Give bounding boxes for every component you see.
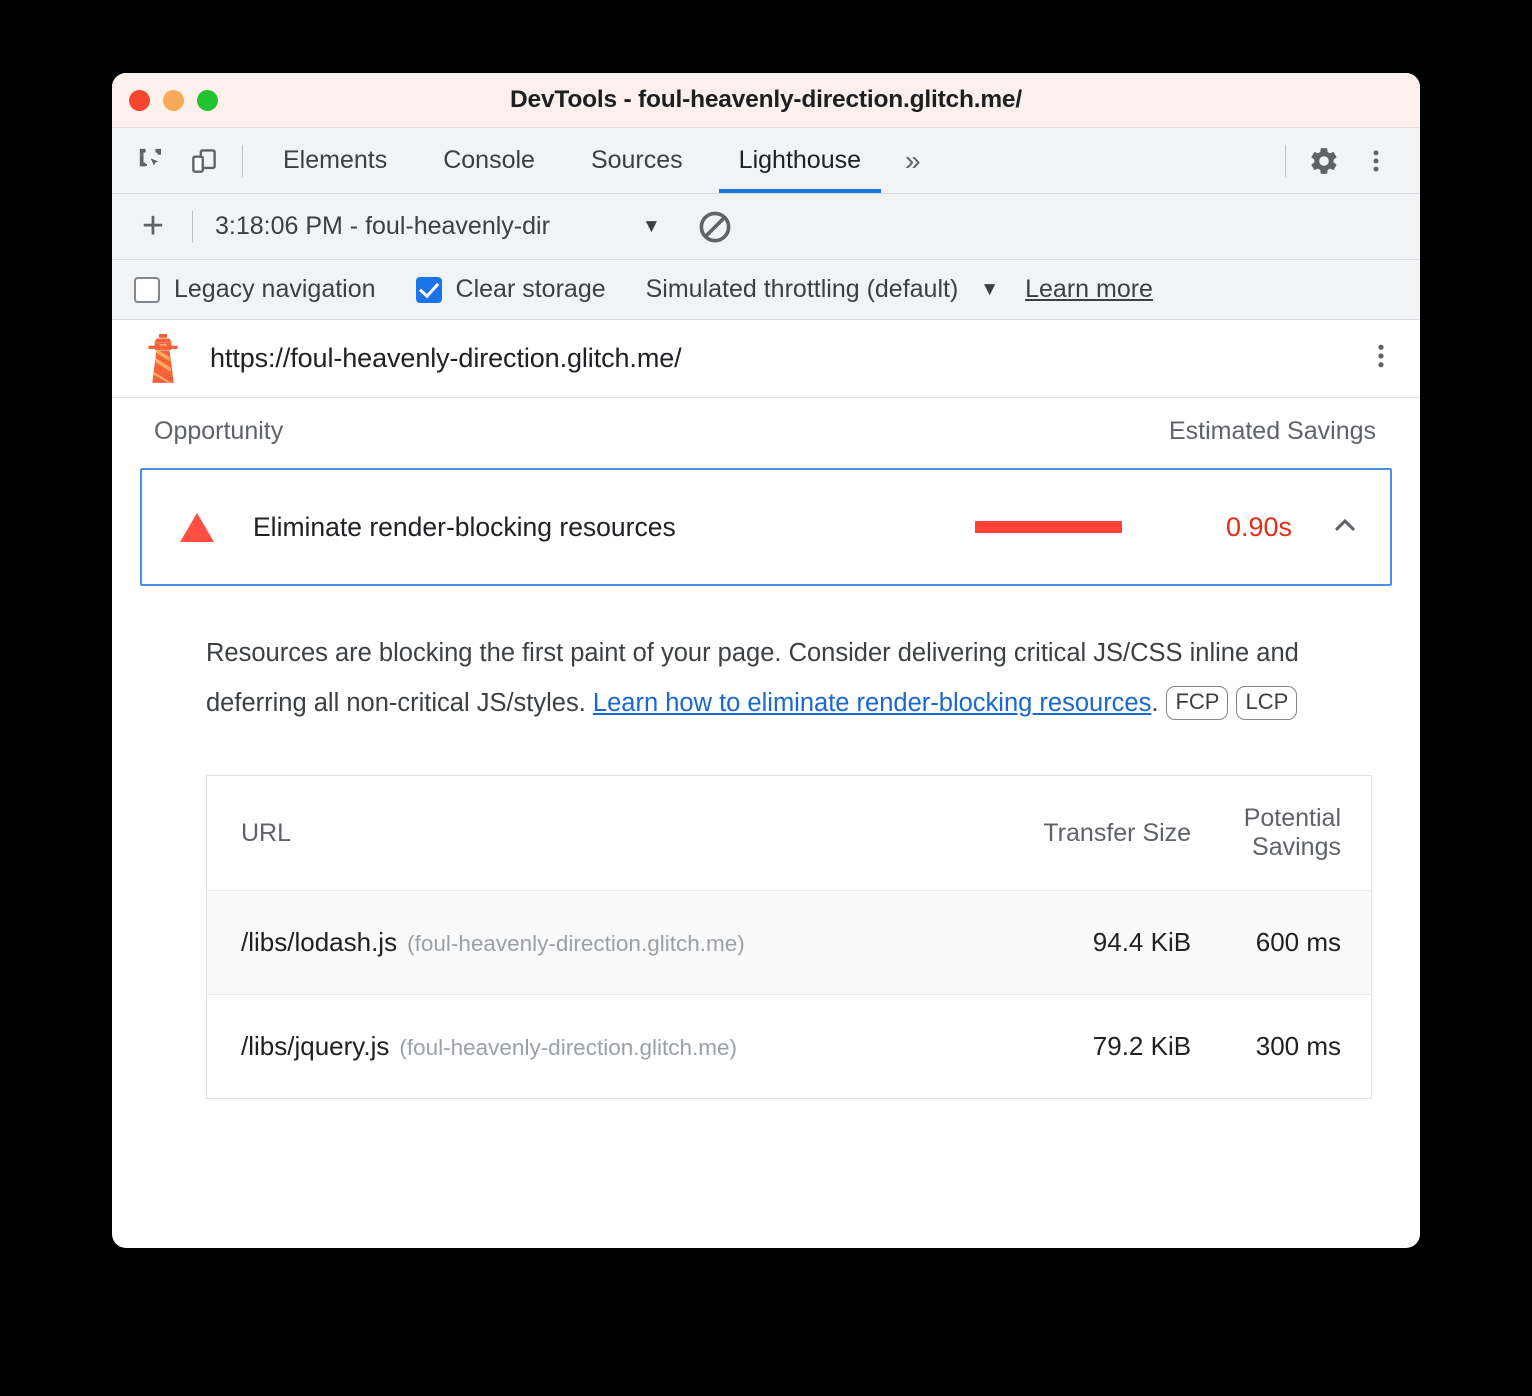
clear-no-entry-icon (699, 211, 731, 242)
more-vertical-icon (1378, 344, 1384, 368)
cell-potential-savings: 300 ms (1255, 1031, 1341, 1061)
panel-tabs: Elements Console Sources Lighthouse (255, 128, 889, 193)
tab-lighthouse[interactable]: Lighthouse (711, 128, 889, 193)
checkbox-box (134, 276, 160, 303)
warning-triangle-icon (180, 512, 214, 542)
settings-button[interactable] (1298, 135, 1350, 187)
cell-potential-savings: 600 ms (1191, 890, 1372, 995)
toolbar-divider (242, 144, 243, 177)
lighthouse-icon (148, 333, 178, 383)
opportunity-row-render-blocking[interactable]: Eliminate render-blocking resources 0.90… (140, 468, 1392, 586)
chevron-down-icon: ▼ (642, 215, 661, 237)
savings-value: 0.90s (1225, 511, 1292, 542)
toolbar-divider (192, 210, 193, 243)
legacy-navigation-label: Legacy navigation (174, 275, 376, 303)
lighthouse-settings-row: Legacy navigation Clear storage Simulate… (112, 260, 1420, 320)
clear-reports-button[interactable] (691, 203, 739, 251)
tab-console[interactable]: Console (415, 128, 563, 193)
inspect-element-icon (139, 148, 162, 169)
metric-badge-lcp: LCP (1236, 686, 1298, 720)
tab-label: Console (443, 146, 535, 174)
window-title: DevTools - foul-heavenly-direction.glitc… (510, 86, 1022, 113)
description-learn-link[interactable]: Learn how to eliminate render-blocking r… (593, 689, 1151, 717)
report-selector[interactable]: 3:18:06 PM - foul-heavenly-dir ▼ (215, 212, 661, 241)
report-url: https://foul-heavenly-direction.glitch.m… (210, 343, 682, 373)
tab-label: Elements (283, 146, 388, 174)
column-header-transfer-size[interactable]: Transfer Size (1010, 775, 1192, 891)
report-url-row: https://foul-heavenly-direction.glitch.m… (112, 320, 1420, 398)
devtools-tabbar: Elements Console Sources Lighthouse » (112, 128, 1420, 194)
toolbar-divider (1285, 144, 1286, 177)
opportunity-description: Resources are blocking the first paint o… (206, 628, 1334, 728)
chevron-up-icon (1335, 518, 1355, 530)
tab-sources[interactable]: Sources (563, 128, 711, 193)
table-head: URL Transfer Size Potential Savings (206, 775, 1372, 891)
table-row[interactable]: /libs/lodash.js (foul-heavenly-direction.… (206, 890, 1372, 995)
tab-label: Sources (590, 146, 683, 174)
tab-label: Lighthouse (738, 146, 861, 174)
plus-icon: + (141, 205, 165, 247)
url-host: (foul-heavenly-direction.glitch.me) (407, 931, 745, 956)
legacy-navigation-checkbox[interactable]: Legacy navigation (134, 275, 376, 304)
report-selector-label: 3:18:06 PM - foul-heavenly-dir (215, 212, 550, 240)
opportunity-savings-group: 0.90s (975, 510, 1360, 545)
devtools-window: DevTools - foul-heavenly-direction.glitc… (112, 73, 1420, 1248)
cell-url: /libs/lodash.js (foul-heavenly-direction.… (206, 890, 1011, 995)
metric-badge-fcp: FCP (1166, 686, 1229, 720)
throttling-selector[interactable]: Simulated throttling (default) ▼ (646, 275, 999, 304)
cell-transfer-size: 94.4 KiB (1010, 890, 1192, 995)
table-header-row: URL Transfer Size Potential Savings (206, 775, 1372, 891)
more-vertical-icon (1373, 149, 1379, 172)
tabbar-right-controls (1273, 135, 1420, 187)
estimated-savings-column-header: Estimated Savings (1168, 416, 1376, 445)
cell-transfer-size: 79.2 KiB (1092, 1031, 1192, 1061)
savings-bar (975, 521, 1122, 533)
checkbox-box (415, 276, 442, 303)
device-toolbar-button[interactable] (178, 135, 230, 187)
chevron-double-right-icon: » (905, 144, 921, 176)
clear-storage-label: Clear storage (455, 275, 606, 303)
column-header-potential-savings[interactable]: Potential Savings (1191, 775, 1372, 891)
inspect-element-button[interactable] (126, 135, 178, 187)
column-header-url[interactable]: URL (206, 775, 1011, 891)
learn-more-link[interactable]: Learn more (1025, 275, 1153, 304)
chevron-down-icon: ▼ (980, 278, 1000, 300)
gear-icon (1311, 147, 1337, 174)
url-host: (foul-heavenly-direction.glitch.me) (399, 1035, 738, 1060)
new-report-button[interactable]: + (126, 205, 180, 249)
cell-url: /libs/jquery.js (foul-heavenly-direction.… (207, 995, 1011, 1099)
report-options-button[interactable] (1366, 341, 1396, 376)
tab-elements[interactable]: Elements (255, 128, 415, 193)
url-path: /libs/jquery.js (241, 1031, 390, 1061)
lighthouse-report: Opportunity Estimated Savings Eliminate … (112, 398, 1420, 1099)
throttling-label: Simulated throttling (default) (645, 275, 959, 303)
device-toolbar-icon (192, 148, 216, 173)
collapse-toggle-button[interactable] (1330, 510, 1360, 545)
opportunity-title: Eliminate render-blocking resources (253, 511, 676, 542)
render-blocking-details-table: URL Transfer Size Potential Savings /lib… (206, 775, 1372, 1099)
opportunity-column-header: Opportunity (154, 416, 284, 445)
window-titlebar: DevTools - foul-heavenly-direction.glitc… (112, 73, 1420, 128)
description-text-after: . (1151, 689, 1159, 717)
table-body: /libs/lodash.js (foul-heavenly-direction.… (206, 890, 1372, 1099)
url-path: /libs/lodash.js (241, 927, 398, 957)
more-tabs-button[interactable]: » (889, 145, 937, 177)
lighthouse-toolbar: + 3:18:06 PM - foul-heavenly-dir ▼ (112, 194, 1420, 260)
clear-storage-checkbox[interactable]: Clear storage (415, 275, 606, 304)
table-row[interactable]: /libs/jquery.js (foul-heavenly-direction.… (207, 995, 1372, 1099)
devtools-more-button[interactable] (1350, 135, 1402, 187)
opportunity-table-header: Opportunity Estimated Savings (140, 398, 1392, 464)
